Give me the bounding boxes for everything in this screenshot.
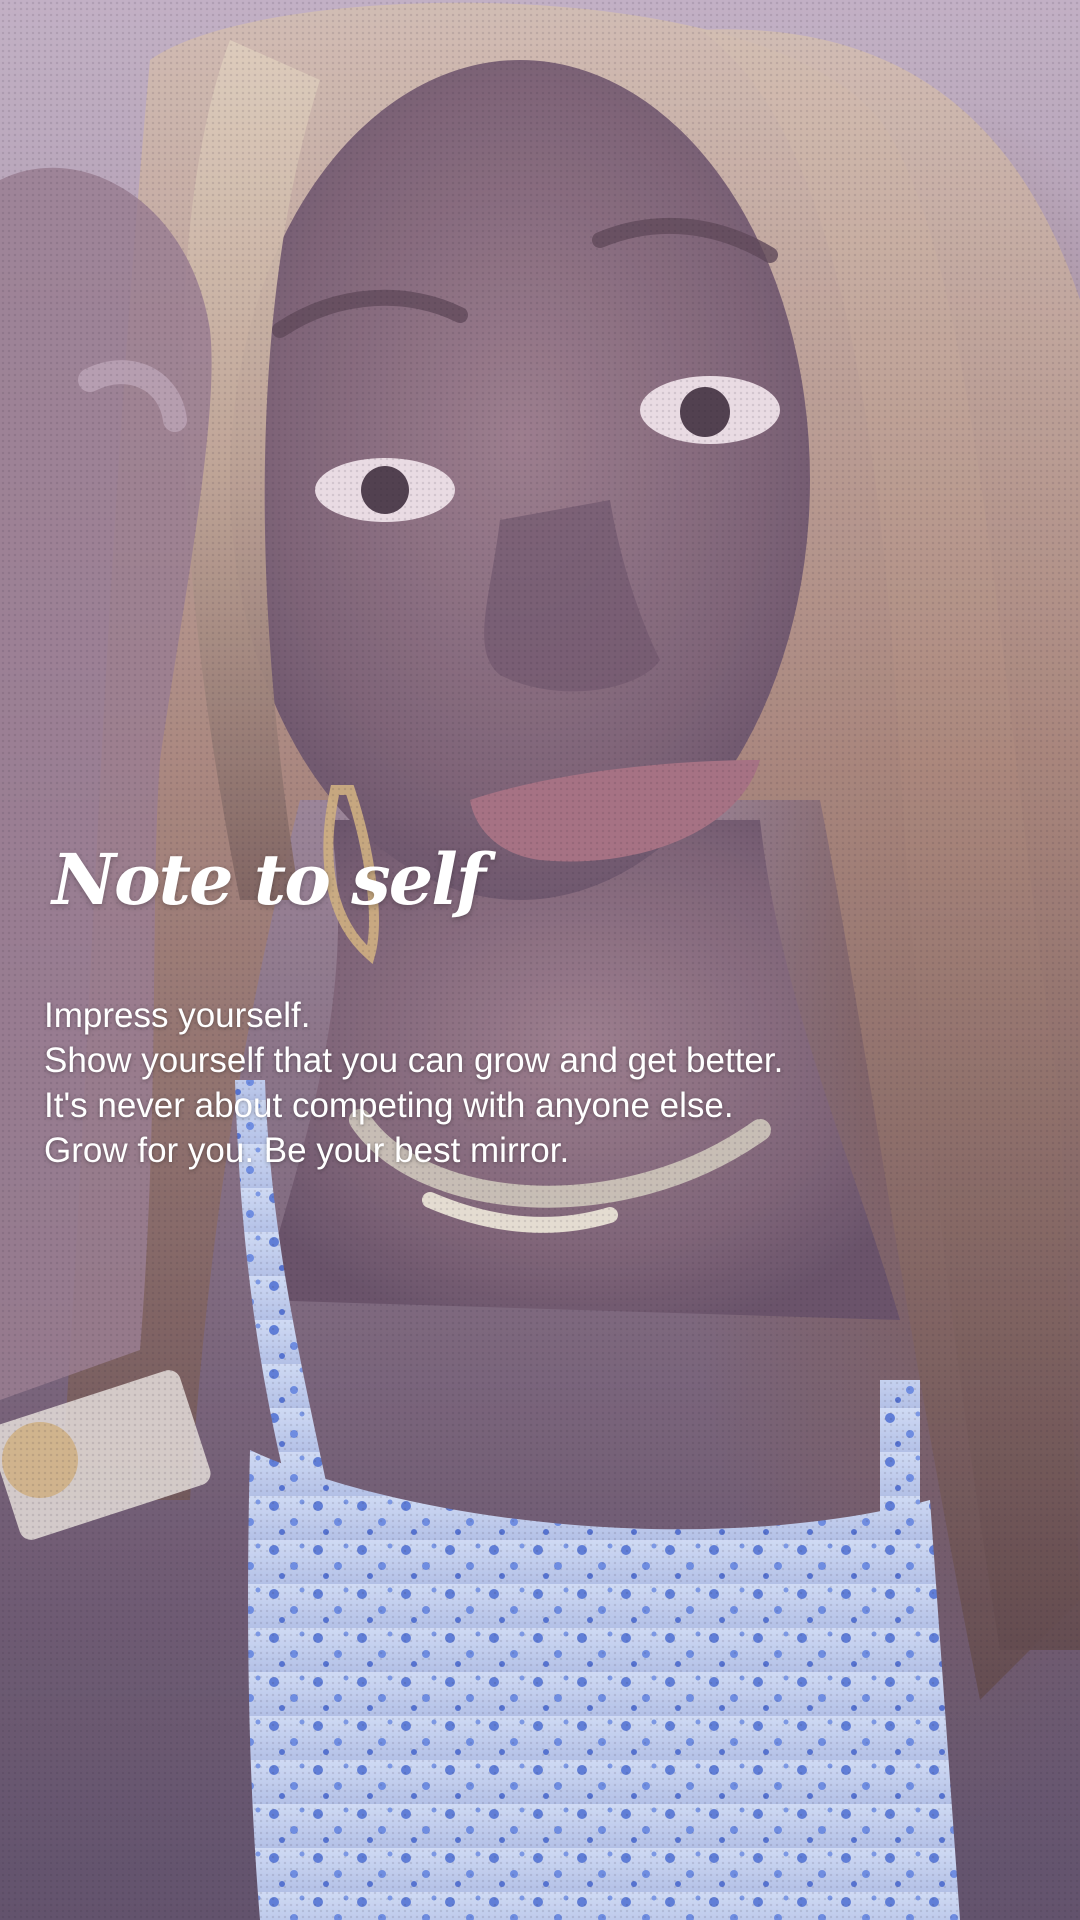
story-line: Impress yourself.: [44, 996, 311, 1035]
story-title: Note to self: [52, 838, 486, 921]
story-line: Show yourself that you can grow and get …: [44, 1041, 784, 1080]
story-line: Grow for you. Be your best mirror.: [44, 1131, 570, 1170]
story-line: It's never about competing with anyone e…: [44, 1086, 734, 1125]
story-canvas: Note to self Impress yourself. Show your…: [0, 0, 1080, 1920]
story-body: Impress yourself. Show yourself that you…: [44, 993, 1024, 1173]
halftone-texture-overlay: [0, 0, 1080, 1920]
